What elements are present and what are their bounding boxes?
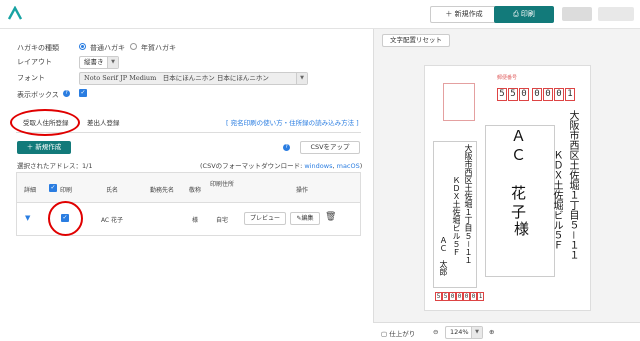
recipient-addr1: 大阪市西区土佐堀１丁目５－１１ xyxy=(567,110,578,260)
finish-toggle[interactable]: ▢ 仕上がり xyxy=(381,328,415,338)
new-address-label: 新規作成 xyxy=(35,143,62,151)
col-name: 氏名 xyxy=(105,187,118,194)
csv-mac-link[interactable]: macOS xyxy=(337,162,360,170)
zip-digit: 5 xyxy=(497,88,507,101)
zip-digit: 0 xyxy=(470,292,477,301)
print-label: 印刷 xyxy=(520,10,535,18)
radio-normal[interactable] xyxy=(79,43,86,50)
preview-button[interactable]: プレビュー xyxy=(244,212,286,225)
highlight-circle-tab xyxy=(10,109,80,136)
blurred-account xyxy=(598,7,634,21)
tab-sender[interactable]: 差出人登録 xyxy=(87,117,120,127)
zip-digit: 5 xyxy=(442,292,449,301)
font-select[interactable]: Noto Serif JP Medium 日本にほんニホン 日本にほんニホン ▼ xyxy=(79,72,308,85)
document-icon: ▢ xyxy=(381,330,388,338)
layout-label: レイアウト xyxy=(17,58,52,66)
csv-format-text: (CSVのフォーマットダウンロード: windows, macOS) xyxy=(200,160,362,170)
plus-icon: ＋ xyxy=(26,143,34,151)
col-honorific: 敬称 xyxy=(188,187,201,194)
row-honorific: 様 xyxy=(191,217,198,224)
row-name: AC 花子 xyxy=(100,217,124,224)
help-icon[interactable]: ? xyxy=(283,144,290,151)
selected-count: 選択されたアドレス：1/1 xyxy=(17,162,93,170)
zip-digit: 0 xyxy=(449,292,456,301)
recipient-addr2: ＫＤＸ土佐堀ビル５Ｆ xyxy=(551,150,562,250)
help-icon[interactable]: ? xyxy=(63,90,70,97)
col-print: 印刷 xyxy=(60,187,73,194)
zoom-in-icon[interactable]: ⊕ xyxy=(489,328,494,336)
display-box-checkbox[interactable]: ✓ xyxy=(79,89,87,97)
chevron-down-icon: ▼ xyxy=(471,327,482,338)
zip-digit: 5 xyxy=(435,292,442,301)
csv-format-prefix: (CSVのフォーマットダウンロード: xyxy=(200,162,305,170)
recipient-name: ＡＣ 花子 xyxy=(509,128,527,223)
zip-digit: 0 xyxy=(519,88,529,101)
stamp-box xyxy=(443,83,475,121)
expand-triangle-icon[interactable]: ▼ xyxy=(25,214,30,222)
display-box-label: 表示ボックス xyxy=(17,91,59,99)
edit-button[interactable]: ✎編集 xyxy=(290,212,320,225)
zip-label: 郵便番号 xyxy=(497,75,518,81)
layout-select[interactable]: 縦書き ▼ xyxy=(79,56,119,69)
help-link[interactable]: [ 宛名印刷の使い方・住所録の読み込み方法 ] xyxy=(226,117,359,127)
reset-layout-button[interactable]: 文字配置リセット xyxy=(382,34,450,47)
printer-icon: ⎙ xyxy=(513,10,519,18)
zip-digit: 1 xyxy=(565,88,575,101)
zip-digit: 5 xyxy=(508,88,518,101)
finish-label: 仕上がり xyxy=(389,330,416,338)
postcard: 郵便番号 5500001 大阪市西区土佐堀１丁目５－１１ ＫＤＸ土佐堀ビル５Ｆ … xyxy=(424,65,591,311)
radio-newyear[interactable] xyxy=(130,43,137,50)
card-type-label: ハガキの種類 xyxy=(17,44,59,52)
sender-zip: 5500001 xyxy=(435,292,484,301)
col-company: 勤務先名 xyxy=(149,187,174,194)
blurred-user xyxy=(562,7,592,21)
layout-value: 縦書き xyxy=(84,58,104,66)
csv-upload-button[interactable]: CSVをアップ xyxy=(300,141,360,154)
radio-normal-label: 普通ハガキ xyxy=(90,44,125,52)
zip-digit: 0 xyxy=(532,88,542,101)
app-logo-icon[interactable] xyxy=(8,6,22,20)
zip-digit: 0 xyxy=(543,88,553,101)
csv-windows-link[interactable]: windows xyxy=(304,162,332,170)
zip-digit: 0 xyxy=(463,292,470,301)
recipient-sama: 様 xyxy=(512,221,530,236)
table-header: 詳細 ✓ 印刷 氏名 勤務先名 敬称 印刷住所 操作 xyxy=(17,173,360,203)
col-address: 印刷住所 xyxy=(210,181,235,188)
zip-digit: 0 xyxy=(554,88,564,101)
sender-name: ＡＣ 太郎 xyxy=(439,236,448,276)
preview-footer: ▢ 仕上がり ⊖ 124% ▼ ⊕ xyxy=(373,322,640,341)
trash-icon[interactable]: 🗑 xyxy=(325,212,336,222)
row-address-type: 自宅 xyxy=(215,217,228,224)
zoom-value: 124% xyxy=(450,328,469,336)
print-button[interactable]: ⎙ 印刷 xyxy=(494,6,554,23)
sender-addr2: ＫＤＸ土佐堀ビル５Ｆ xyxy=(452,176,461,256)
new-button[interactable]: ＋ 新規作成 xyxy=(430,6,498,23)
edit-label: 編集 xyxy=(301,215,314,222)
col-detail: 詳細 xyxy=(23,187,36,194)
font-label: フォント xyxy=(17,74,45,82)
col-actions: 操作 xyxy=(295,187,308,194)
top-bar: ＋ 新規作成 ⎙ 印刷 xyxy=(0,0,640,29)
zip-digit: 0 xyxy=(456,292,463,301)
recipient-zip: 5500001 xyxy=(497,88,576,101)
csv-format-suffix: ) xyxy=(359,162,363,170)
sender-addr1: 大阪市西区土佐堀１丁目５－１１ xyxy=(464,144,473,264)
zip-digit: 1 xyxy=(477,292,484,301)
new-address-button[interactable]: ＋ 新規作成 xyxy=(17,141,71,154)
radio-newyear-label: 年賀ハガキ xyxy=(141,44,176,52)
chevron-down-icon: ▼ xyxy=(107,57,118,68)
highlight-circle-checkbox xyxy=(48,201,83,236)
select-all-checkbox[interactable]: ✓ xyxy=(49,184,57,192)
zoom-out-icon[interactable]: ⊖ xyxy=(433,328,438,336)
zoom-select[interactable]: 124% ▼ xyxy=(445,326,483,339)
chevron-down-icon: ▼ xyxy=(296,73,307,84)
font-value: Noto Serif JP Medium 日本にほんニホン 日本にほんニホン xyxy=(84,74,269,82)
